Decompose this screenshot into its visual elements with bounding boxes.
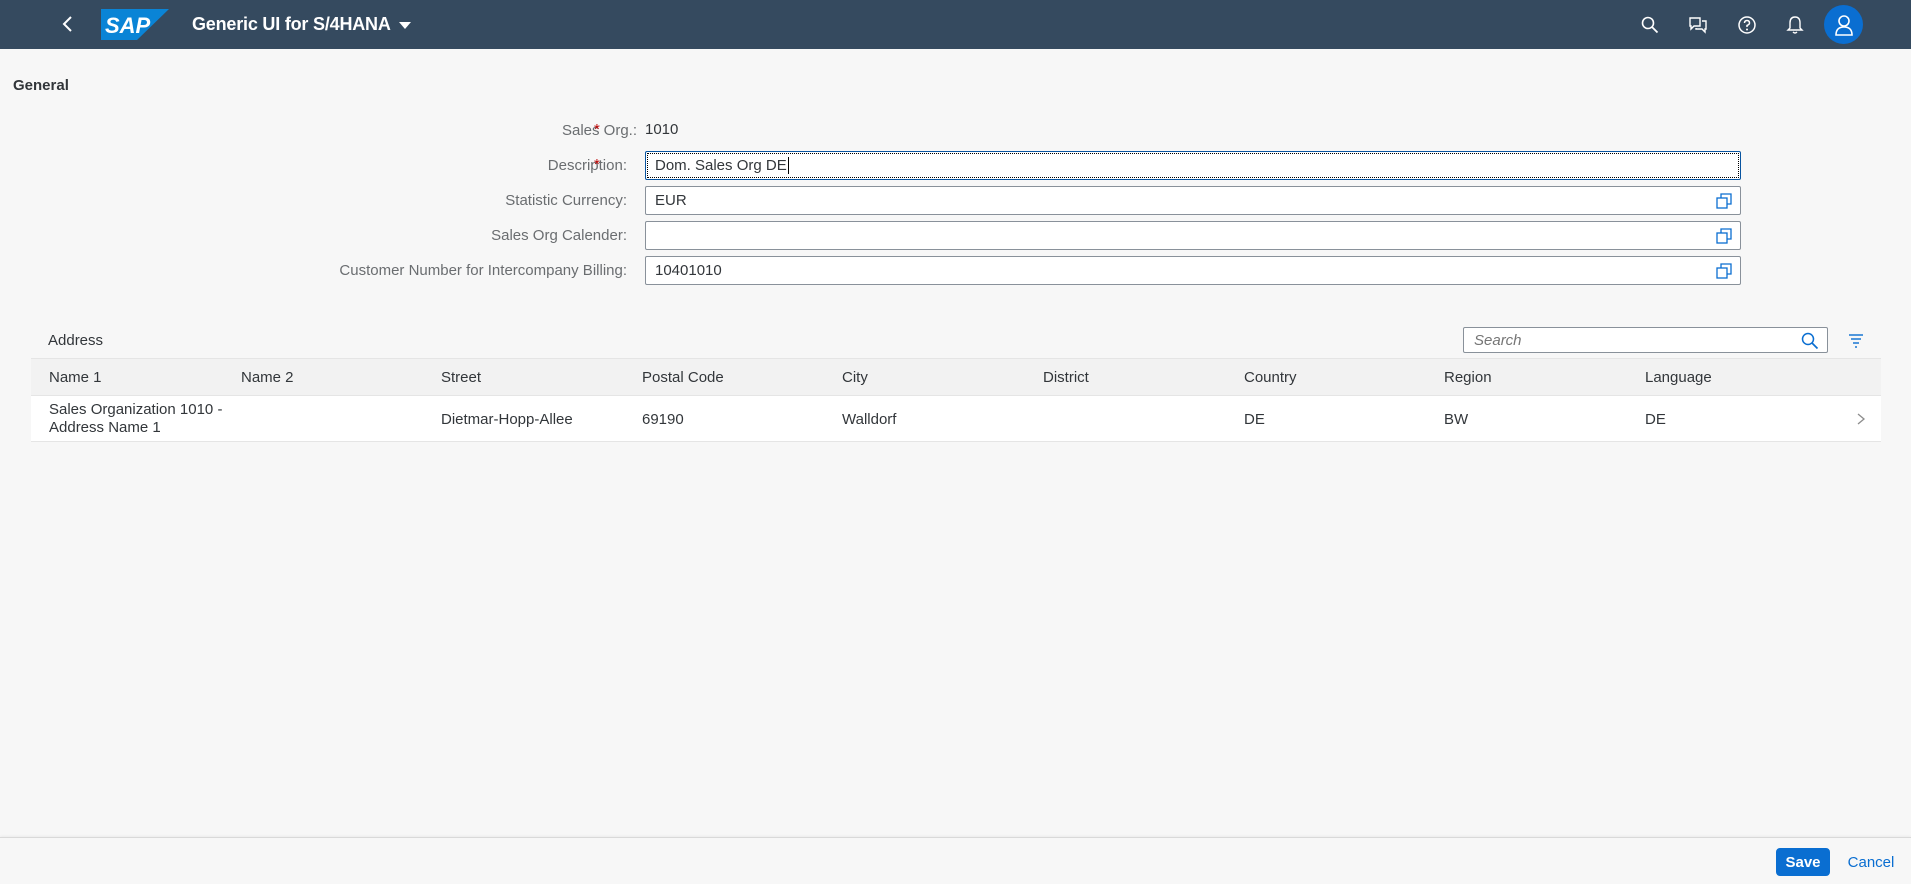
feedback-button[interactable] bbox=[1686, 13, 1710, 37]
form-row-description: Description: * Dom. Sales Org DE bbox=[0, 151, 1911, 181]
statistic-currency-input[interactable]: EUR bbox=[645, 186, 1741, 215]
navigation-chevron-icon[interactable] bbox=[1855, 411, 1867, 427]
cell-city: Walldorf bbox=[842, 411, 897, 428]
address-search-field[interactable] bbox=[1463, 327, 1828, 353]
cell-region: BW bbox=[1444, 411, 1469, 428]
general-section-title: General bbox=[13, 77, 69, 94]
table-settings-icon[interactable] bbox=[1846, 330, 1866, 350]
address-table-title: Address bbox=[48, 332, 104, 349]
required-indicator: * bbox=[594, 156, 600, 173]
cell-street: Dietmar-Hopp-Allee bbox=[441, 411, 573, 428]
cell-name1: Sales Organization 1010 - Address Name 1 bbox=[49, 401, 223, 436]
column-header-postal-code[interactable]: Postal Code bbox=[642, 369, 724, 386]
customer-number-label: Customer Number for Intercompany Billing… bbox=[339, 262, 627, 279]
sales-org-calender-label: Sales Org Calender: bbox=[491, 227, 627, 244]
notifications-button[interactable] bbox=[1783, 13, 1807, 37]
cell-language: DE bbox=[1645, 411, 1666, 428]
sales-org-value: 1010 bbox=[645, 121, 679, 138]
value-help-icon[interactable] bbox=[1716, 228, 1732, 244]
shell-bar: SAP Generic UI for S/4HANA bbox=[0, 0, 1911, 49]
user-avatar[interactable] bbox=[1824, 5, 1863, 44]
user-icon bbox=[1834, 14, 1853, 36]
app-title-menu[interactable]: Generic UI for S/4HANA bbox=[192, 14, 411, 35]
column-header-region[interactable]: Region bbox=[1444, 369, 1492, 386]
address-table-header: Name 1 Name 2 Street Postal Code City Di… bbox=[31, 358, 1881, 396]
form-row-sales-org-calender: Sales Org Calender: bbox=[0, 221, 1911, 251]
column-header-language[interactable]: Language bbox=[1645, 369, 1712, 386]
required-indicator: * bbox=[594, 121, 600, 138]
search-icon[interactable] bbox=[1801, 332, 1819, 350]
statistic-currency-label: Statistic Currency: bbox=[505, 192, 627, 209]
search-icon bbox=[1641, 16, 1659, 34]
form-row-statistic-currency: Statistic Currency: EUR bbox=[0, 186, 1911, 216]
app-title: Generic UI for S/4HANA bbox=[192, 14, 391, 34]
back-button[interactable] bbox=[56, 12, 80, 36]
value-help-icon[interactable] bbox=[1716, 263, 1732, 279]
column-header-name1[interactable]: Name 1 bbox=[49, 369, 102, 386]
feedback-icon bbox=[1689, 17, 1707, 34]
customer-number-value: 10401010 bbox=[655, 262, 722, 279]
sap-logo[interactable]: SAP bbox=[101, 9, 169, 40]
column-header-name2[interactable]: Name 2 bbox=[241, 369, 294, 386]
description-value: Dom. Sales Org DE bbox=[655, 157, 787, 174]
help-icon bbox=[1738, 16, 1756, 34]
notifications-icon bbox=[1786, 16, 1804, 34]
cell-country: DE bbox=[1244, 411, 1265, 428]
column-header-city[interactable]: City bbox=[842, 369, 868, 386]
logo-text: SAP bbox=[105, 13, 151, 38]
caret-down-icon bbox=[398, 22, 411, 29]
form-row-customer-number: Customer Number for Intercompany Billing… bbox=[0, 256, 1911, 286]
back-icon bbox=[62, 16, 72, 32]
statistic-currency-value: EUR bbox=[655, 192, 687, 209]
text-cursor bbox=[787, 157, 789, 174]
sales-org-calender-input[interactable] bbox=[645, 221, 1741, 250]
cancel-button[interactable]: Cancel bbox=[1842, 848, 1900, 876]
search-button[interactable] bbox=[1638, 13, 1662, 37]
cell-postal-code: 69190 bbox=[642, 411, 684, 428]
customer-number-input[interactable]: 10401010 bbox=[645, 256, 1741, 285]
form-row-sales-org: Sales Org.: * 1010 bbox=[0, 116, 1911, 146]
save-button[interactable]: Save bbox=[1776, 848, 1830, 876]
value-help-icon[interactable] bbox=[1716, 193, 1732, 209]
column-header-district[interactable]: District bbox=[1043, 369, 1089, 386]
column-header-street[interactable]: Street bbox=[441, 369, 481, 386]
table-row[interactable]: Sales Organization 1010 - Address Name 1… bbox=[31, 396, 1881, 442]
footer-toolbar: Save Cancel bbox=[0, 837, 1911, 884]
address-search-input[interactable] bbox=[1474, 331, 1784, 349]
column-header-country[interactable]: Country bbox=[1244, 369, 1297, 386]
description-input[interactable]: Dom. Sales Org DE bbox=[645, 151, 1741, 180]
help-button[interactable] bbox=[1735, 13, 1759, 37]
